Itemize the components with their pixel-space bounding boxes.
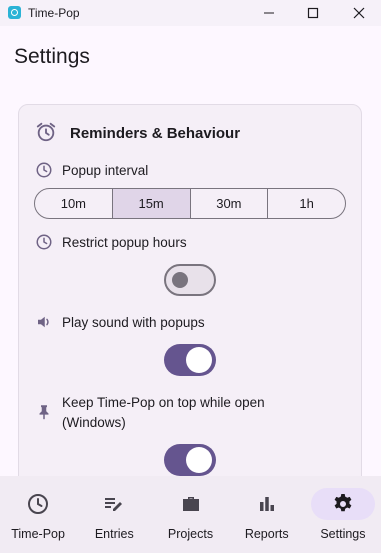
pin-icon <box>39 405 49 420</box>
nav-label: Settings <box>320 527 366 541</box>
close-button[interactable] <box>336 0 381 26</box>
card-title: Reminders & Behaviour <box>70 125 241 142</box>
interval-option-10m[interactable]: 10m <box>35 189 113 218</box>
nav-item-settings[interactable]: Settings <box>305 476 381 553</box>
popup-interval-label: Popup interval <box>62 163 149 178</box>
restrict-hours-toggle[interactable] <box>164 264 216 296</box>
nav-indicator <box>82 488 146 520</box>
close-icon <box>353 7 365 19</box>
interval-option-30m[interactable]: 30m <box>191 189 269 218</box>
volume-icon <box>38 316 49 328</box>
bar-chart-icon <box>259 497 274 511</box>
maximize-button[interactable] <box>290 0 336 26</box>
minimize-icon <box>264 12 274 14</box>
app-logo-icon <box>8 6 21 19</box>
briefcase-icon <box>182 497 199 511</box>
toggle-knob <box>186 447 212 473</box>
popup-interval-selector: 10m 15m 30m 1h <box>34 188 346 219</box>
toggle-knob <box>172 272 188 288</box>
alarm-clock-icon <box>36 122 56 142</box>
maximize-icon <box>307 7 319 19</box>
nav-label: Reports <box>244 527 289 541</box>
title-bar: Time-Pop <box>0 0 381 26</box>
nav-indicator <box>235 488 299 520</box>
restrict-hours-label: Restrict popup hours <box>62 235 187 250</box>
nav-indicator <box>159 488 223 520</box>
nav-item-entries[interactable]: Entries <box>76 476 152 553</box>
nav-indicator <box>310 488 375 520</box>
nav-label: Time-Pop <box>11 527 65 541</box>
interval-option-1h[interactable]: 1h <box>268 189 345 218</box>
nav-item-time-pop[interactable]: Time-Pop <box>0 476 76 553</box>
nav-item-projects[interactable]: Projects <box>152 476 228 553</box>
window-title: Time-Pop <box>28 6 80 20</box>
clock-icon <box>28 494 49 514</box>
keep-on-top-toggle[interactable] <box>164 444 216 476</box>
nav-item-reports[interactable]: Reports <box>229 476 305 553</box>
nav-indicator <box>6 488 70 520</box>
page-title: Settings <box>14 45 90 68</box>
edit-list-icon <box>105 498 123 511</box>
clock-icon <box>36 234 52 250</box>
minimize-button[interactable] <box>246 0 292 26</box>
interval-option-15m[interactable]: 15m <box>112 189 191 218</box>
gear-icon <box>334 494 352 512</box>
play-sound-label: Play sound with popups <box>62 315 205 330</box>
keep-on-top-label: Keep Time-Pop on top while open (Windows… <box>62 395 265 430</box>
toggle-knob <box>186 347 212 373</box>
clock-icon <box>36 162 52 178</box>
nav-label: Entries <box>94 527 134 541</box>
play-sound-toggle[interactable] <box>164 344 216 376</box>
nav-label: Projects <box>167 527 214 541</box>
bottom-navigation: Time-Pop Entries Projects Reports Settin… <box>0 476 381 553</box>
